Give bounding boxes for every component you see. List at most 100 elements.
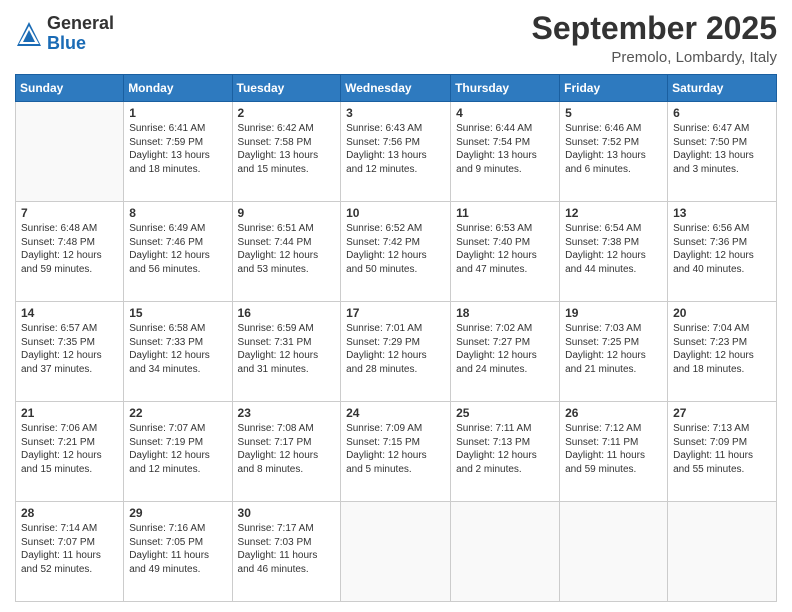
calendar-cell: 24 Sunrise: 7:09 AM Sunset: 7:15 PM Dayli…: [341, 402, 451, 502]
calendar-week-5: 28Sunrise: 7:14 AM Sunset: 7:07 PM Dayli…: [16, 502, 777, 602]
day-info: Sunrise: 7:03 AM Sunset: 7:25 PM Dayligh…: [565, 322, 662, 376]
calendar-cell: 23 Sunrise: 7:08 AM Sunset: 7:17 PM Dayli…: [232, 402, 341, 502]
day-number: 24: [346, 406, 445, 420]
day-number: 6: [673, 106, 771, 120]
day-info: Sunrise: 7:01 AM Sunset: 7:29 PM Dayligh…: [346, 322, 445, 376]
calendar-header: Sunday Monday Tuesday Wednesday Thursday…: [16, 75, 777, 102]
col-sunday: Sunday: [16, 75, 124, 102]
day-info: Sunrise: 7:12 AM Sunset: 7:11 PM Dayligh…: [565, 422, 662, 476]
calendar-cell: 25 Sunrise: 7:11 AM Sunset: 7:13 PM Dayli…: [451, 402, 560, 502]
day-number: 15: [129, 306, 226, 320]
day-number: 23: [238, 406, 336, 420]
day-number: 27: [673, 406, 771, 420]
calendar-cell: 10 Sunrise: 6:52 AM Sunset: 7:42 PM Dayli…: [341, 202, 451, 302]
day-info: Sunrise: 6:46 AM Sunset: 7:52 PM Dayligh…: [565, 122, 662, 176]
calendar-cell: 26Sunrise: 7:12 AM Sunset: 7:11 PM Dayli…: [560, 402, 668, 502]
day-info: Sunrise: 7:07 AM Sunset: 7:19 PM Dayligh…: [129, 422, 226, 476]
day-info: Sunrise: 7:04 AM Sunset: 7:23 PM Dayligh…: [673, 322, 771, 376]
day-info: Sunrise: 6:47 AM Sunset: 7:50 PM Dayligh…: [673, 122, 771, 176]
col-friday: Friday: [560, 75, 668, 102]
day-number: 22: [129, 406, 226, 420]
day-number: 7: [21, 206, 118, 220]
calendar-cell: 4Sunrise: 6:44 AM Sunset: 7:54 PM Daylig…: [451, 102, 560, 202]
calendar-cell: 7 Sunrise: 6:48 AM Sunset: 7:48 PM Daylig…: [16, 202, 124, 302]
day-info: Sunrise: 6:58 AM Sunset: 7:33 PM Dayligh…: [129, 322, 226, 376]
day-info: Sunrise: 6:48 AM Sunset: 7:48 PM Dayligh…: [21, 222, 118, 276]
calendar-cell: 22 Sunrise: 7:07 AM Sunset: 7:19 PM Dayli…: [124, 402, 232, 502]
day-info: Sunrise: 7:08 AM Sunset: 7:17 PM Dayligh…: [238, 422, 336, 476]
calendar-cell: [451, 502, 560, 602]
day-info: Sunrise: 6:53 AM Sunset: 7:40 PM Dayligh…: [456, 222, 554, 276]
day-number: 25: [456, 406, 554, 420]
logo-general: General: [47, 14, 114, 34]
day-info: Sunrise: 6:59 AM Sunset: 7:31 PM Dayligh…: [238, 322, 336, 376]
day-info: Sunrise: 7:09 AM Sunset: 7:15 PM Dayligh…: [346, 422, 445, 476]
calendar-week-4: 21 Sunrise: 7:06 AM Sunset: 7:21 PM Dayli…: [16, 402, 777, 502]
day-info: Sunrise: 6:52 AM Sunset: 7:42 PM Dayligh…: [346, 222, 445, 276]
logo-text: General Blue: [47, 14, 114, 54]
month-title: September 2025: [532, 10, 777, 47]
day-number: 4: [456, 106, 554, 120]
calendar-week-2: 7 Sunrise: 6:48 AM Sunset: 7:48 PM Daylig…: [16, 202, 777, 302]
header: General Blue September 2025 Premolo, Lom…: [15, 10, 777, 66]
calendar-cell: 19 Sunrise: 7:03 AM Sunset: 7:25 PM Dayli…: [560, 302, 668, 402]
day-info: Sunrise: 6:57 AM Sunset: 7:35 PM Dayligh…: [21, 322, 118, 376]
day-info: Sunrise: 6:42 AM Sunset: 7:58 PM Dayligh…: [238, 122, 336, 176]
day-info: Sunrise: 7:11 AM Sunset: 7:13 PM Dayligh…: [456, 422, 554, 476]
day-number: 19: [565, 306, 662, 320]
calendar-cell: 15 Sunrise: 6:58 AM Sunset: 7:33 PM Dayli…: [124, 302, 232, 402]
calendar-body: 1 Sunrise: 6:41 AM Sunset: 7:59 PM Daylig…: [16, 102, 777, 602]
header-row: Sunday Monday Tuesday Wednesday Thursday…: [16, 75, 777, 102]
calendar-cell: 8 Sunrise: 6:49 AM Sunset: 7:46 PM Daylig…: [124, 202, 232, 302]
day-number: 29: [129, 506, 226, 520]
calendar-cell: 29 Sunrise: 7:16 AM Sunset: 7:05 PM Dayli…: [124, 502, 232, 602]
calendar-cell: 13Sunrise: 6:56 AM Sunset: 7:36 PM Dayli…: [668, 202, 777, 302]
calendar-week-3: 14 Sunrise: 6:57 AM Sunset: 7:35 PM Dayli…: [16, 302, 777, 402]
title-block: September 2025 Premolo, Lombardy, Italy: [532, 10, 777, 66]
day-number: 16: [238, 306, 336, 320]
calendar-cell: 21 Sunrise: 7:06 AM Sunset: 7:21 PM Dayli…: [16, 402, 124, 502]
calendar-cell: 17 Sunrise: 7:01 AM Sunset: 7:29 PM Dayli…: [341, 302, 451, 402]
calendar-cell: 5Sunrise: 6:46 AM Sunset: 7:52 PM Daylig…: [560, 102, 668, 202]
day-number: 13: [673, 206, 771, 220]
calendar-cell: [16, 102, 124, 202]
calendar-cell: [560, 502, 668, 602]
col-tuesday: Tuesday: [232, 75, 341, 102]
calendar-cell: 2 Sunrise: 6:42 AM Sunset: 7:58 PM Daylig…: [232, 102, 341, 202]
day-number: 17: [346, 306, 445, 320]
calendar-cell: [668, 502, 777, 602]
day-number: 30: [238, 506, 336, 520]
calendar-table: Sunday Monday Tuesday Wednesday Thursday…: [15, 74, 777, 602]
logo-blue: Blue: [47, 34, 114, 54]
day-number: 8: [129, 206, 226, 220]
day-info: Sunrise: 6:41 AM Sunset: 7:59 PM Dayligh…: [129, 122, 226, 176]
day-number: 11: [456, 206, 554, 220]
day-number: 1: [129, 106, 226, 120]
calendar-cell: 28Sunrise: 7:14 AM Sunset: 7:07 PM Dayli…: [16, 502, 124, 602]
day-info: Sunrise: 6:49 AM Sunset: 7:46 PM Dayligh…: [129, 222, 226, 276]
day-info: Sunrise: 7:14 AM Sunset: 7:07 PM Dayligh…: [21, 522, 118, 576]
calendar-cell: 11 Sunrise: 6:53 AM Sunset: 7:40 PM Dayli…: [451, 202, 560, 302]
col-thursday: Thursday: [451, 75, 560, 102]
calendar-cell: 1 Sunrise: 6:41 AM Sunset: 7:59 PM Daylig…: [124, 102, 232, 202]
day-number: 18: [456, 306, 554, 320]
logo: General Blue: [15, 14, 114, 54]
calendar-cell: [341, 502, 451, 602]
day-number: 2: [238, 106, 336, 120]
day-number: 21: [21, 406, 118, 420]
day-info: Sunrise: 7:06 AM Sunset: 7:21 PM Dayligh…: [21, 422, 118, 476]
day-info: Sunrise: 7:02 AM Sunset: 7:27 PM Dayligh…: [456, 322, 554, 376]
calendar-week-1: 1 Sunrise: 6:41 AM Sunset: 7:59 PM Daylig…: [16, 102, 777, 202]
calendar-cell: 12Sunrise: 6:54 AM Sunset: 7:38 PM Dayli…: [560, 202, 668, 302]
day-info: Sunrise: 7:17 AM Sunset: 7:03 PM Dayligh…: [238, 522, 336, 576]
location: Premolo, Lombardy, Italy: [532, 49, 777, 66]
day-number: 14: [21, 306, 118, 320]
day-info: Sunrise: 7:16 AM Sunset: 7:05 PM Dayligh…: [129, 522, 226, 576]
day-number: 10: [346, 206, 445, 220]
page: General Blue September 2025 Premolo, Lom…: [0, 0, 792, 612]
day-info: Sunrise: 6:51 AM Sunset: 7:44 PM Dayligh…: [238, 222, 336, 276]
day-number: 12: [565, 206, 662, 220]
day-info: Sunrise: 6:43 AM Sunset: 7:56 PM Dayligh…: [346, 122, 445, 176]
calendar-cell: 27Sunrise: 7:13 AM Sunset: 7:09 PM Dayli…: [668, 402, 777, 502]
col-monday: Monday: [124, 75, 232, 102]
